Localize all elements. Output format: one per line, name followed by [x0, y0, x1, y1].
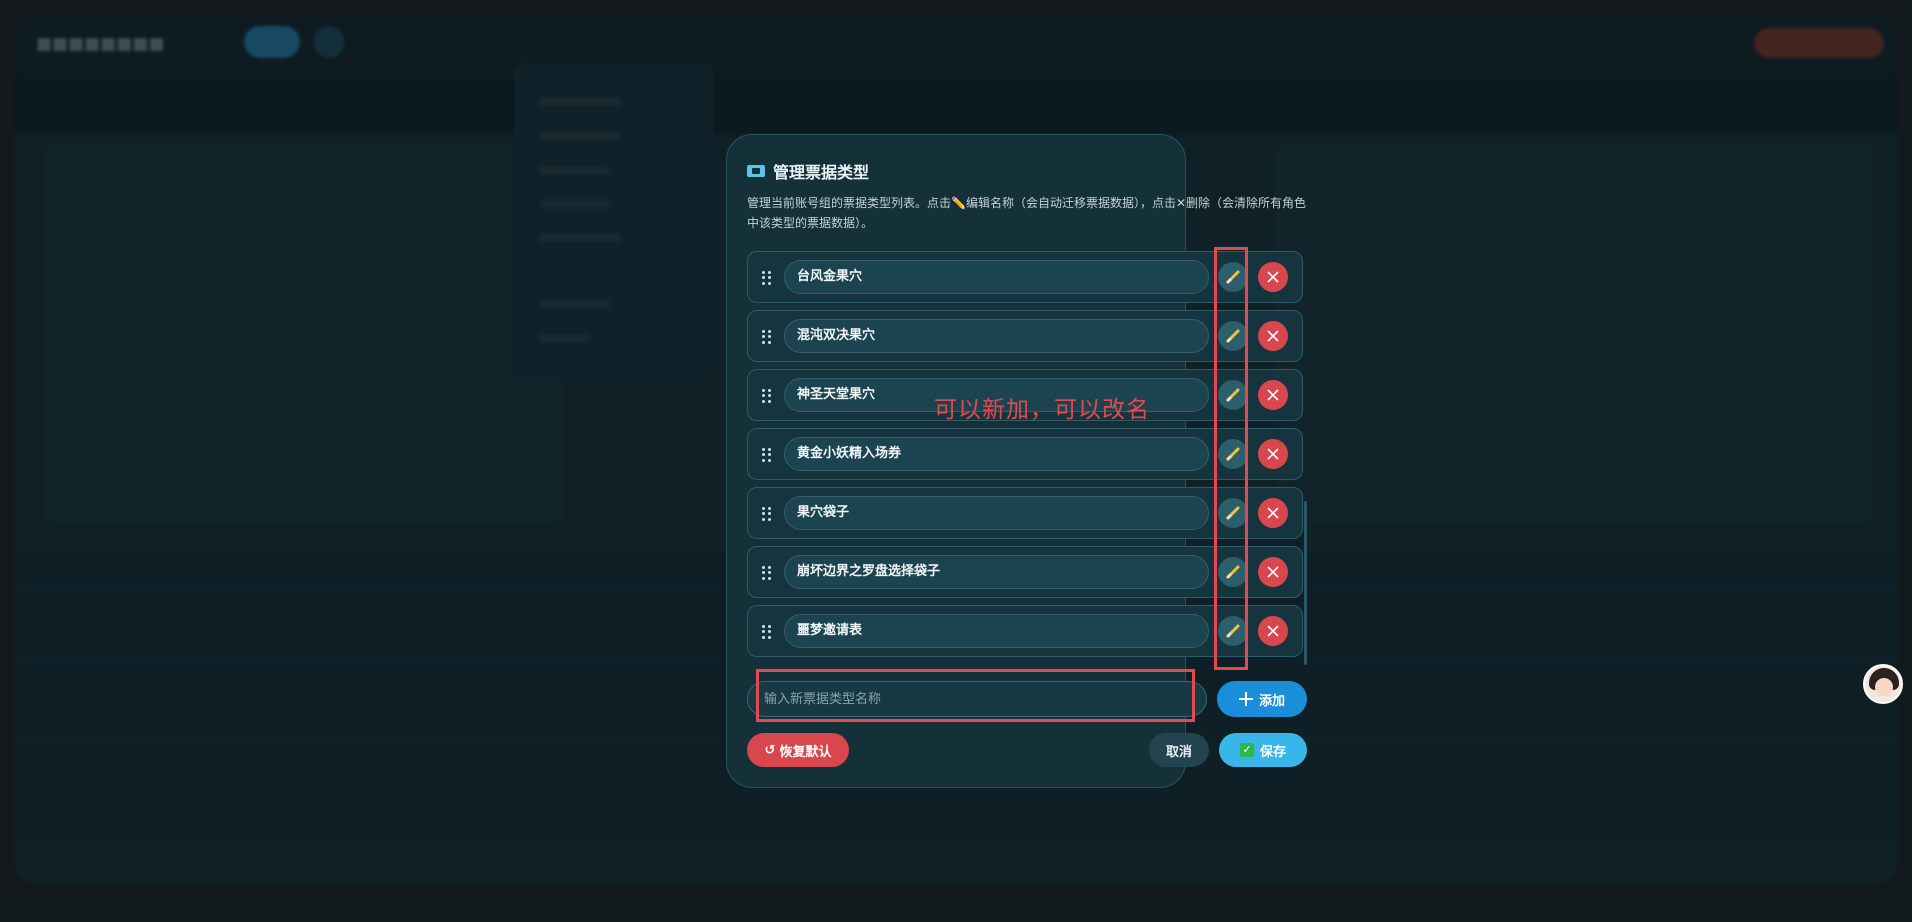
close-icon [1267, 566, 1279, 578]
delete-button[interactable] [1258, 321, 1288, 351]
ticket-type-name[interactable]: 噩梦邀请表 [784, 614, 1209, 648]
close-icon [1267, 448, 1279, 460]
cancel-button[interactable]: 取消 [1149, 733, 1209, 767]
reset-default-button[interactable]: ↺ 恢复默认 [747, 733, 849, 767]
drag-handle-icon[interactable] [762, 330, 772, 344]
add-button[interactable]: 添加 [1217, 681, 1307, 717]
delete-button[interactable] [1258, 439, 1288, 469]
add-button-label: 添加 [1258, 693, 1285, 709]
dialog-title: 管理票据类型 [773, 163, 870, 182]
cancel-button-label: 取消 [1165, 744, 1192, 760]
close-icon [1267, 389, 1279, 401]
delete-button[interactable] [1258, 557, 1288, 587]
drag-handle-icon[interactable] [762, 507, 772, 521]
drag-handle-icon[interactable] [762, 389, 772, 403]
close-icon [1267, 330, 1279, 342]
save-button-label: 保存 [1259, 744, 1286, 760]
plus-icon [1238, 692, 1253, 706]
ticket-type-name[interactable]: 台风金果穴 [784, 260, 1209, 294]
delete-button[interactable] [1258, 616, 1288, 646]
ticket-type-name[interactable]: 黄金小妖精入场券 [784, 437, 1209, 471]
close-icon [1267, 625, 1279, 637]
close-icon [1267, 271, 1279, 283]
delete-button[interactable] [1258, 380, 1288, 410]
list-scrollbar[interactable] [1304, 501, 1307, 665]
annotation-note: 可以新加，可以改名 [934, 397, 1150, 423]
annotation-highlight-edit-column [1214, 247, 1248, 670]
ticket-type-name[interactable]: 混沌双决果穴 [784, 319, 1209, 353]
drag-handle-icon[interactable] [762, 625, 772, 639]
reset-button-label: 恢复默认 [779, 744, 832, 760]
drag-handle-icon[interactable] [762, 271, 772, 285]
assistant-avatar[interactable] [1863, 664, 1903, 704]
delete-button[interactable] [1258, 498, 1288, 528]
dialog-description: 管理当前账号组的票据类型列表。点击✏️编辑名称（会自动迁移票据数据），点击✕删除… [747, 196, 1307, 230]
annotation-highlight-new-input [756, 669, 1195, 722]
ticket-icon [747, 165, 765, 177]
ticket-type-name[interactable]: 果穴袋子 [784, 496, 1209, 530]
drag-handle-icon[interactable] [762, 448, 772, 462]
checkmark-icon: ✓ [1239, 743, 1254, 757]
reset-icon: ↺ [764, 742, 776, 758]
drag-handle-icon[interactable] [762, 566, 772, 580]
save-button[interactable]: ✓ 保存 [1219, 733, 1307, 767]
close-icon [1267, 507, 1279, 519]
dialog-header: 管理票据类型 [747, 159, 869, 183]
delete-button[interactable] [1258, 262, 1288, 292]
ticket-type-name[interactable]: 崩坏边界之罗盘选择袋子 [784, 555, 1209, 589]
